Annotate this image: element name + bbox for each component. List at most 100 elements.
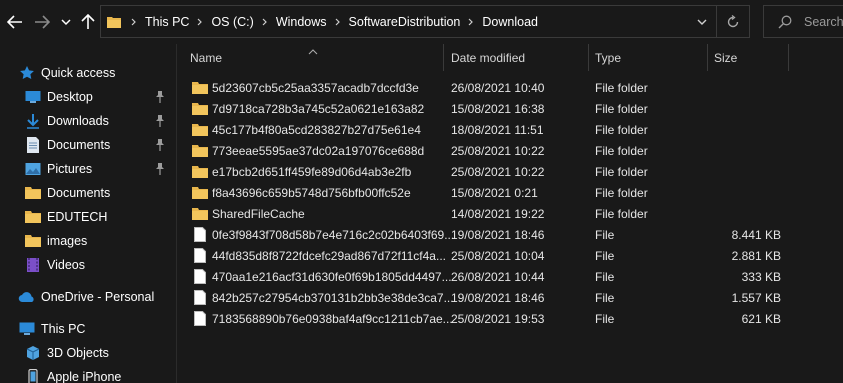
quick-access-label: Quick access (41, 66, 116, 80)
sidebar-item-label: Videos (47, 258, 85, 272)
file-icon (192, 269, 208, 285)
sidebar-item-documents-folder[interactable]: Documents (24, 182, 110, 204)
address-history-button[interactable] (688, 6, 716, 37)
forward-button[interactable] (33, 12, 51, 32)
sidebar-item-3d-objects[interactable]: 3D Objects (24, 342, 109, 364)
sidebar-item-pictures[interactable]: Pictures (24, 158, 92, 180)
recent-locations-button[interactable] (57, 12, 75, 32)
column-divider[interactable] (588, 44, 589, 71)
table-row[interactable]: e17bcb2d651ff459fe89d06d4ab3e2fb 25/08/2… (178, 161, 798, 182)
folder-icon (24, 185, 42, 201)
file-size (708, 98, 781, 119)
file-name: 7183568890b76e0938baf4af9cc1211cb7ae... (212, 311, 453, 326)
file-date: 14/08/2021 19:22 (451, 206, 545, 221)
file-type: File folder (595, 164, 648, 179)
file-type: File (595, 248, 615, 263)
breadcrumb-windows[interactable]: Windows (272, 15, 331, 29)
sidebar-item-onedrive[interactable]: OneDrive - Personal (18, 286, 154, 308)
folder-icon (192, 80, 208, 96)
folder-icon (192, 206, 208, 222)
file-size (708, 182, 781, 203)
chevron-right-icon[interactable] (193, 18, 207, 26)
file-date: 15/08/2021 0:21 (451, 185, 538, 200)
file-date: 26/08/2021 10:44 (451, 269, 545, 284)
cloud-icon (18, 289, 36, 305)
file-name: 0fe3f9843f708d58b7e4e716c2c02b6403f69... (212, 227, 454, 242)
table-row[interactable]: f8a43696c659b5748d756bfb00ffc52e 15/08/2… (178, 182, 798, 203)
download-arrow-icon (24, 113, 42, 129)
breadcrumb-os-c[interactable]: OS (C:) (207, 15, 257, 29)
file-date: 15/08/2021 16:38 (451, 101, 545, 116)
up-button[interactable] (79, 12, 97, 32)
sidebar-item-downloads[interactable]: Downloads (24, 110, 109, 132)
column-header-name[interactable]: Name (190, 44, 440, 71)
sidebar-item-label: EDUTECH (47, 210, 108, 224)
file-name: 45c177b4f80a5cd283827b27d75e61e4 (212, 122, 421, 137)
table-row[interactable]: 842b257c27954cb370131b2bb3e38de3ca7... 1… (178, 287, 798, 308)
sidebar-item-documents[interactable]: Documents (24, 134, 110, 156)
file-size (708, 77, 781, 98)
file-date: 26/08/2021 10:40 (451, 80, 545, 95)
table-row[interactable]: SharedFileCache 14/08/2021 19:22 File fo… (178, 203, 798, 224)
address-field[interactable]: This PC OS (C:) Windows SoftwareDistribu… (100, 5, 750, 38)
breadcrumb-download[interactable]: Download (478, 15, 542, 29)
search-input[interactable]: Search (763, 5, 843, 38)
column-header-size[interactable]: Size (714, 44, 784, 71)
pane-divider[interactable] (176, 44, 177, 383)
column-header-type[interactable]: Type (595, 44, 705, 71)
table-row[interactable]: 7183568890b76e0938baf4af9cc1211cb7ae... … (178, 308, 798, 329)
file-date: 25/08/2021 10:04 (451, 248, 545, 263)
pictures-icon (24, 161, 42, 177)
chevron-right-icon[interactable] (258, 18, 272, 26)
quick-access[interactable]: Quick access (18, 62, 115, 84)
videos-icon (24, 257, 42, 273)
file-size: 333 KB (741, 269, 781, 284)
breadcrumb-this-pc[interactable]: This PC (141, 15, 193, 29)
file-type: File (595, 227, 615, 242)
desktop-icon (24, 89, 42, 105)
table-row[interactable]: 5d23607cb5c25aa3357acadb7dccfd3e 26/08/2… (178, 77, 798, 98)
breadcrumb-softwaredistribution[interactable]: SoftwareDistribution (345, 15, 465, 29)
sidebar-item-label: This PC (41, 322, 86, 336)
pin-icon[interactable] (155, 158, 165, 180)
sidebar-item-label: Apple iPhone (47, 370, 122, 383)
arrow-right-icon (35, 15, 50, 29)
table-row[interactable]: 773eeae5595ae37dc02a197076ce688d 25/08/2… (178, 140, 798, 161)
table-row[interactable]: 7d9718ca728b3a745c52a0621e163a82 15/08/2… (178, 98, 798, 119)
pin-icon[interactable] (155, 110, 165, 132)
table-row[interactable]: 45c177b4f80a5cd283827b27d75e61e4 18/08/2… (178, 119, 798, 140)
sidebar-item-images[interactable]: images (24, 230, 87, 252)
sidebar-item-desktop[interactable]: Desktop (24, 86, 93, 108)
file-type: File (595, 311, 615, 326)
folder-icon (24, 233, 42, 249)
file-date: 25/08/2021 10:22 (451, 164, 545, 179)
breadcrumb: This PC OS (C:) Windows SoftwareDistribu… (127, 6, 542, 37)
file-icon (192, 227, 208, 243)
table-row[interactable]: 44fd835d8f8722fdcefc29ad867d72f11cf4a...… (178, 245, 798, 266)
sidebar-item-apple-iphone[interactable]: Apple iPhone (24, 366, 121, 383)
column-header-date[interactable]: Date modified (451, 44, 591, 71)
file-type: File (595, 269, 615, 284)
navigation-pane: Quick access Desktop Downloads Documents… (0, 44, 175, 383)
sidebar-item-videos[interactable]: Videos (24, 254, 85, 276)
back-button[interactable] (6, 12, 24, 32)
chevron-right-icon[interactable] (127, 18, 141, 26)
sidebar-item-this-pc[interactable]: This PC (18, 318, 85, 340)
column-divider[interactable] (707, 44, 708, 71)
address-toolbar: This PC OS (C:) Windows SoftwareDistribu… (0, 0, 843, 44)
folder-icon (192, 164, 208, 180)
table-row[interactable]: 470aa1e216acf31d630fe0f69b1805dd4497... … (178, 266, 798, 287)
file-type: File folder (595, 206, 648, 221)
pin-icon[interactable] (155, 86, 165, 108)
table-row[interactable]: 0fe3f9843f708d58b7e4e716c2c02b6403f69...… (178, 224, 798, 245)
column-divider[interactable] (788, 44, 789, 71)
column-divider[interactable] (443, 44, 444, 71)
chevron-right-icon[interactable] (464, 18, 478, 26)
chevron-right-icon[interactable] (331, 18, 345, 26)
sidebar-item-edutech[interactable]: EDUTECH (24, 206, 107, 228)
column-headers: Name Date modified Type Size (178, 44, 843, 71)
refresh-button[interactable] (716, 6, 749, 37)
cube-icon (24, 345, 42, 361)
pin-icon[interactable] (155, 134, 165, 156)
file-type: File folder (595, 122, 648, 137)
